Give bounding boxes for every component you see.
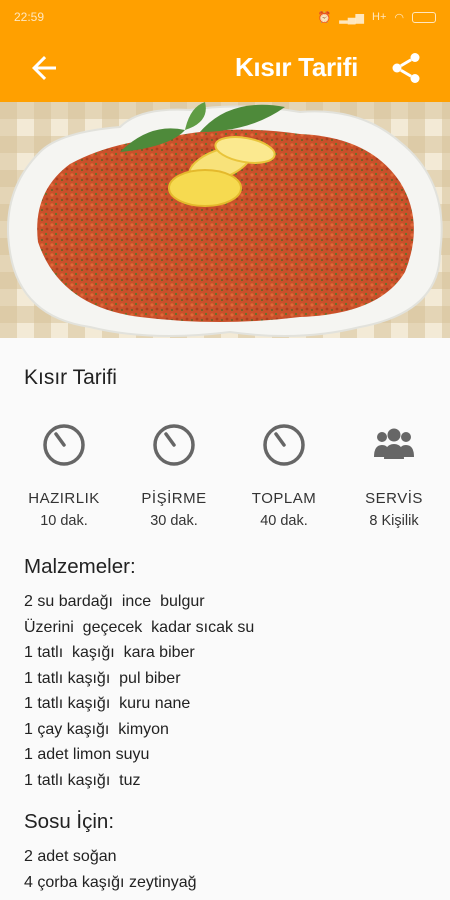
status-time: 22:59 — [14, 10, 45, 24]
list-item: Üzerini geçecek kadar sıcak su — [24, 618, 255, 636]
timer-icon — [39, 420, 89, 470]
stat-prep: HAZIRLIK 10 dak. — [12, 420, 116, 529]
list-item: 1 tatlı kaşığı kara biber — [24, 644, 195, 661]
list-item: 1 tatlı kaşığı tuz — [24, 771, 141, 789]
recipe-photo — [0, 102, 450, 338]
back-arrow-icon — [32, 56, 56, 80]
stat-label: SERVİS — [365, 490, 423, 507]
share-icon — [392, 53, 420, 83]
page-title: Kısır Tarifi — [234, 52, 358, 82]
status-bar: 22:59 ⏰ ▂▄▆ H+ ◠ — [0, 0, 450, 34]
list-item: 1 çay kaşığı kimyon — [24, 720, 169, 738]
stat-value: 30 dak. — [150, 513, 198, 529]
share-button[interactable] — [384, 46, 428, 90]
ingredients-list: 2 su bardağı ince bulgur Üzerini geçecek… — [24, 589, 426, 793]
stat-value: 8 Kişilik — [369, 513, 419, 529]
stat-cook: PİŞİRME 30 dak. — [122, 420, 226, 529]
sauce-title: Sosu İçin: — [24, 810, 115, 833]
timer-icon — [259, 420, 309, 470]
alarm-icon: ⏰ — [317, 11, 332, 24]
wifi-icon: ◠ — [394, 11, 404, 24]
network-type: H+ — [372, 11, 387, 23]
recipe-stats: HAZIRLIK 10 dak. PİŞİRME 30 dak. TOPLAM … — [24, 420, 426, 529]
stat-total: TOPLAM 40 dak. — [232, 420, 336, 529]
back-button[interactable] — [22, 46, 66, 90]
stat-value: 40 dak. — [260, 513, 308, 529]
stat-label: HAZIRLIK — [28, 490, 100, 507]
status-icons: ⏰ ▂▄▆ H+ ◠ — [318, 11, 436, 24]
list-item: 1 adet limon suyu — [24, 746, 150, 763]
recipe-content: Kısır Tarifi HAZIRLIK 10 dak. PİŞİRME 30… — [0, 338, 450, 900]
list-item: 4 çorba kaşığı zeytinyağ — [24, 873, 197, 891]
group-icon — [369, 420, 419, 470]
stat-servings: SERVİS 8 Kişilik — [342, 420, 446, 529]
ingredients-title: Malzemeler: — [24, 555, 136, 578]
signal-icon: ▂▄▆ — [339, 11, 365, 24]
list-item: 2 su bardağı ince bulgur — [24, 593, 205, 610]
list-item: 1 tatlı kaşığı kuru nane — [24, 695, 191, 712]
recipe-title: Kısır Tarifi — [24, 366, 117, 389]
stat-label: PİŞİRME — [141, 490, 207, 507]
battery-icon — [412, 11, 436, 23]
list-item: 2 adet soğan — [24, 848, 117, 865]
list-item: 1 tatlı kaşığı pul biber — [24, 669, 181, 687]
app-bar: Kısır Tarifi — [0, 34, 450, 102]
sauce-list: 2 adet soğan 4 çorba kaşığı zeytinyağ — [24, 844, 426, 895]
stat-value: 10 dak. — [40, 513, 88, 529]
kisir-dish-image — [0, 102, 450, 338]
timer-icon — [149, 420, 199, 470]
stat-label: TOPLAM — [251, 490, 317, 507]
